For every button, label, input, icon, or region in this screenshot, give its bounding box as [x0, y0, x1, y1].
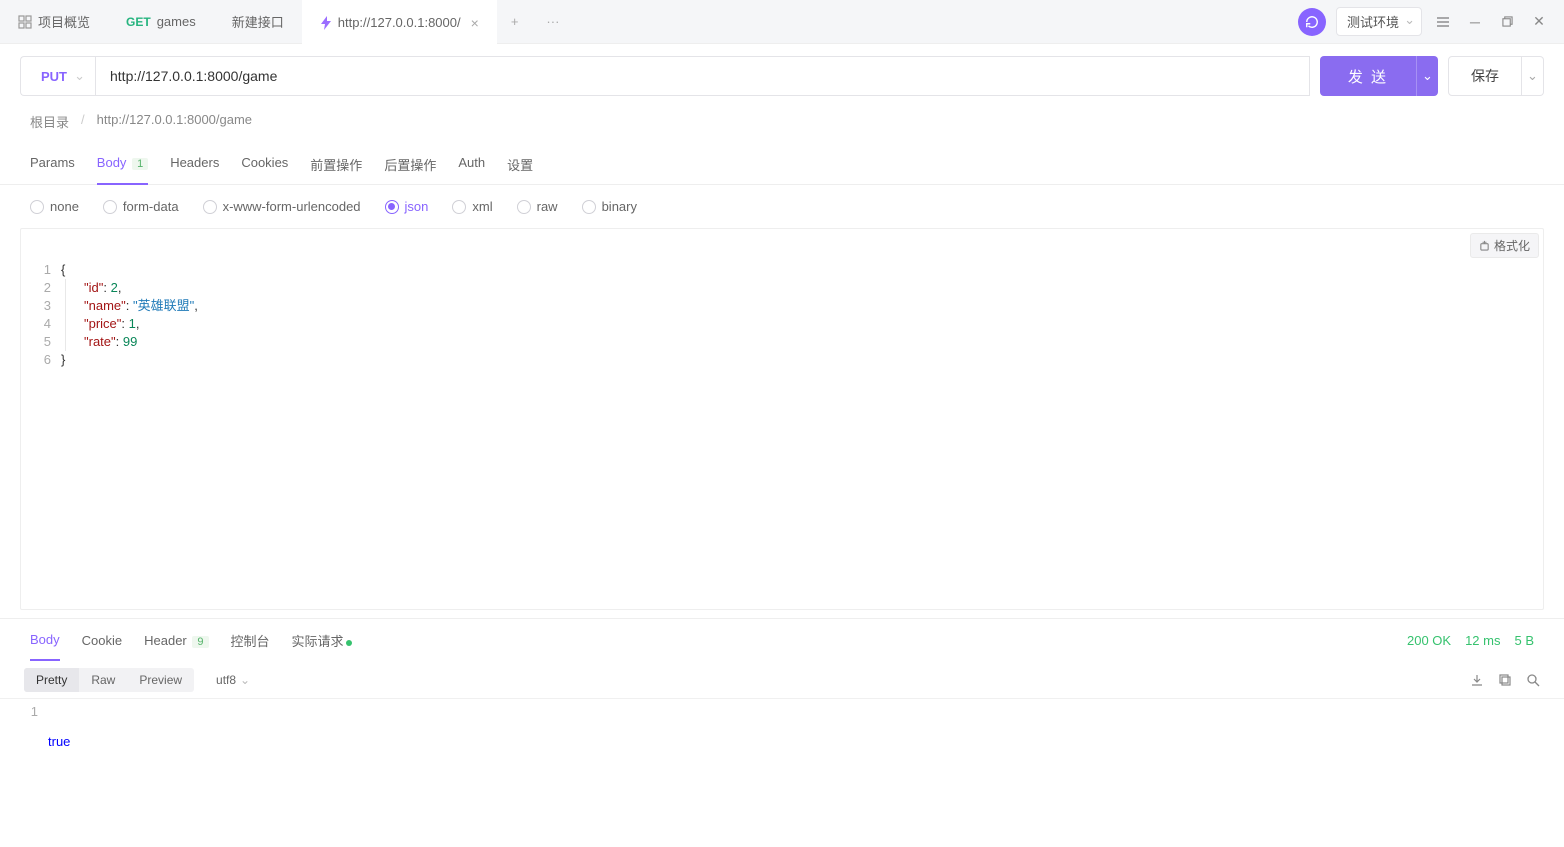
tab-headers[interactable]: Headers: [170, 145, 219, 184]
body-type-radios: none form-data x-www-form-urlencoded jso…: [0, 185, 1564, 228]
status-size: 5 B: [1514, 633, 1534, 648]
breadcrumb-path: http://127.0.0.1:8000/game: [97, 112, 252, 131]
tab-project-overview[interactable]: 项目概览: [0, 0, 108, 44]
copy-icon[interactable]: [1498, 673, 1512, 687]
response-toolbar: Pretty Raw Preview utf8: [0, 662, 1564, 699]
close-window-icon[interactable]: ✕: [1528, 11, 1550, 33]
tab-label: 项目概览: [38, 12, 90, 31]
response-status: 200 OK 12 ms 5 B: [1407, 633, 1534, 648]
radio-label: x-www-form-urlencoded: [223, 199, 361, 214]
status-time: 12 ms: [1465, 633, 1500, 648]
tab-body-label: Body: [97, 155, 127, 170]
line-gutter: 1 2 3 4 5 6: [21, 261, 61, 609]
minimize-icon[interactable]: ─: [1464, 11, 1486, 33]
radio-json[interactable]: json: [385, 199, 429, 214]
header-count-badge: 9: [192, 636, 208, 648]
radio-label: form-data: [123, 199, 179, 214]
tab-add[interactable]: +: [497, 0, 533, 44]
tab-cookies[interactable]: Cookies: [241, 145, 288, 184]
view-pretty[interactable]: Pretty: [24, 668, 79, 692]
tab-pre-request[interactable]: 前置操作: [310, 145, 362, 184]
radio-xml[interactable]: xml: [452, 199, 492, 214]
tab-params[interactable]: Params: [30, 145, 75, 184]
request-row: PUT 发 送 ⌄ 保存 ⌄: [0, 44, 1564, 108]
method-badge: GET: [126, 15, 151, 29]
view-preview[interactable]: Preview: [127, 668, 194, 692]
environment-label: 测试环境: [1347, 15, 1399, 30]
breadcrumb-separator: /: [81, 112, 85, 131]
resp-tab-actual-label: 实际请求: [292, 634, 344, 649]
download-icon[interactable]: [1470, 673, 1484, 687]
resp-tab-console[interactable]: 控制台: [231, 619, 270, 662]
radio-label: none: [50, 199, 79, 214]
tab-auth[interactable]: Auth: [458, 145, 485, 184]
request-body-editor: 格式化 1 2 3 4 5 6 {"id": 2,"name": "英雄联盟",…: [20, 228, 1544, 610]
send-button[interactable]: 发 送: [1320, 56, 1416, 96]
breadcrumb: 根目录 / http://127.0.0.1:8000/game: [0, 108, 1564, 145]
environment-select[interactable]: 测试环境: [1336, 7, 1422, 36]
radio-label: json: [405, 199, 429, 214]
tab-new-api[interactable]: 新建接口: [214, 0, 302, 44]
tab-body[interactable]: Body 1: [97, 145, 148, 185]
search-icon[interactable]: [1526, 673, 1540, 687]
view-raw[interactable]: Raw: [79, 668, 127, 692]
tab-more[interactable]: ···: [532, 0, 573, 44]
encoding-select[interactable]: utf8: [206, 668, 254, 692]
tab-label: games: [157, 14, 196, 29]
resp-tab-header-label: Header: [144, 633, 187, 648]
http-method-value: PUT: [41, 69, 67, 84]
response-tabs: Body Cookie Header 9 控制台 实际请求 200 OK 12 …: [0, 619, 1564, 662]
format-label: 格式化: [1494, 237, 1530, 254]
save-button[interactable]: 保存: [1448, 56, 1522, 96]
url-input[interactable]: [95, 56, 1310, 96]
encoding-label: utf8: [216, 673, 236, 687]
radio-label: xml: [472, 199, 492, 214]
http-method-select[interactable]: PUT: [20, 56, 95, 96]
response-body: 1 true: [0, 699, 1564, 785]
tab-post-request[interactable]: 后置操作: [384, 145, 436, 184]
view-mode-segment: Pretty Raw Preview: [24, 668, 194, 692]
resp-tab-body[interactable]: Body: [30, 620, 60, 661]
radio-raw[interactable]: raw: [517, 199, 558, 214]
breadcrumb-root[interactable]: 根目录: [30, 112, 69, 131]
bolt-icon: [320, 16, 332, 30]
format-button[interactable]: 格式化: [1470, 233, 1539, 258]
radio-xwww[interactable]: x-www-form-urlencoded: [203, 199, 361, 214]
save-dropdown[interactable]: ⌄: [1522, 56, 1544, 96]
resp-tab-header[interactable]: Header 9: [144, 621, 208, 660]
resp-tab-actual-request[interactable]: 实际请求: [292, 619, 352, 662]
menu-icon[interactable]: [1432, 11, 1454, 33]
radio-form-data[interactable]: form-data: [103, 199, 179, 214]
radio-none[interactable]: none: [30, 199, 79, 214]
resp-code-content[interactable]: true: [48, 703, 1564, 781]
tab-settings[interactable]: 设置: [507, 145, 533, 184]
radio-binary[interactable]: binary: [582, 199, 637, 214]
resp-tab-cookie[interactable]: Cookie: [82, 621, 122, 660]
radio-label: raw: [537, 199, 558, 214]
response-panel: Body Cookie Header 9 控制台 实际请求 200 OK 12 …: [0, 618, 1564, 785]
tab-games[interactable]: GET games: [108, 0, 214, 44]
close-icon[interactable]: ×: [471, 15, 479, 31]
wand-icon: [1479, 240, 1490, 251]
request-section-tabs: Params Body 1 Headers Cookies 前置操作 后置操作 …: [0, 145, 1564, 185]
send-dropdown[interactable]: ⌄: [1416, 56, 1438, 96]
status-code: 200 OK: [1407, 633, 1451, 648]
tab-label: 新建接口: [232, 12, 284, 31]
body-count-badge: 1: [132, 158, 148, 170]
status-dot-icon: [346, 640, 352, 646]
radio-label: binary: [602, 199, 637, 214]
refresh-button[interactable]: [1298, 8, 1326, 36]
code-content[interactable]: {"id": 2,"name": "英雄联盟","price": 1,"rate…: [61, 261, 1543, 609]
tab-label: http://127.0.0.1:8000/: [338, 15, 461, 30]
top-tabs-bar: 项目概览 GET games 新建接口 http://127.0.0.1:800…: [0, 0, 1564, 44]
resp-line-gutter: 1: [0, 703, 48, 781]
tab-active-request[interactable]: http://127.0.0.1:8000/ ×: [302, 0, 497, 44]
grid-icon: [18, 15, 32, 29]
json-editor[interactable]: 1 2 3 4 5 6 {"id": 2,"name": "英雄联盟","pri…: [21, 229, 1543, 609]
maximize-icon[interactable]: [1496, 11, 1518, 33]
